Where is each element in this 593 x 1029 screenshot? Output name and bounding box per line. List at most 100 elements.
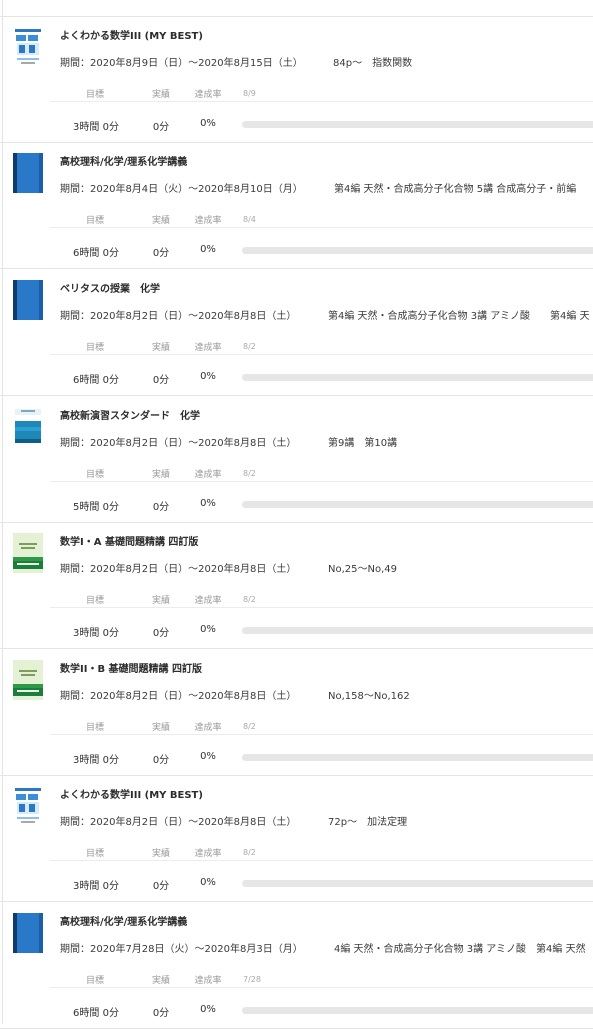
period-text: 期間：2020年8月2日（日）〜2020年8月8日（土） (60, 564, 297, 575)
date-label: 8/2 (243, 848, 256, 857)
achievement-rate: 0% (200, 498, 216, 509)
achievement-rate: 0% (200, 751, 216, 762)
achievement-rate: 0% (200, 624, 216, 635)
target-header: 目標 (85, 470, 104, 480)
actual-time: 0分 (152, 1008, 170, 1019)
target-time: 6時間 0分 (73, 248, 119, 259)
actual-time: 0分 (152, 502, 170, 513)
study-plan-list: よくわかる数学III (MY BEST) 期間：2020年8月9日（日）〜202… (0, 0, 593, 1029)
row-divider (50, 481, 593, 482)
rate-header: 達成率 (194, 976, 222, 986)
target-header: 目標 (85, 343, 104, 353)
achievement-rate: 0% (200, 877, 216, 888)
scope-text: 第4編 天然・合成高分子化合物 5講 合成高分子・前編 (334, 184, 577, 195)
study-entry[interactable]: 高校新演習スタンダード 化学 期間：2020年8月2日（日）〜2020年8月8日… (0, 397, 593, 523)
target-time: 5時間 0分 (73, 502, 119, 513)
progress-bar (242, 121, 593, 128)
row-divider (50, 227, 593, 228)
math-book-cover-icon (13, 27, 43, 67)
study-entry[interactable]: 高校理科/化学/理系化学講義 期間：2020年7月28日（火）〜2020年8月3… (0, 903, 593, 1029)
scope-text: 84p〜 指数関数 (333, 58, 413, 69)
actual-time: 0分 (152, 122, 170, 133)
scope-text: 4編 天然・合成高分子化合物 3講 アミノ酸 第4編 天然 (334, 944, 586, 955)
rate-header: 達成率 (194, 723, 222, 733)
period-text: 期間：2020年8月2日（日）〜2020年8月8日（土） (60, 311, 297, 322)
scope-text: No,158〜No,162 (328, 691, 410, 702)
actual-time: 0分 (152, 375, 170, 386)
row-divider (50, 734, 593, 735)
actual-time: 0分 (152, 881, 170, 892)
blue-book-cover-icon (13, 913, 43, 953)
actual-header: 実績 (151, 216, 170, 226)
achievement-rate: 0% (200, 118, 216, 129)
date-label: 8/2 (243, 342, 256, 351)
study-entry[interactable]: よくわかる数学III (MY BEST) 期間：2020年8月9日（日）〜202… (0, 17, 593, 143)
period-text: 期間：2020年7月28日（火）〜2020年8月3日（月） (60, 944, 303, 955)
target-time: 6時間 0分 (73, 1008, 119, 1019)
row-divider (50, 987, 593, 988)
study-entry[interactable]: 数学II・B 基礎問題精講 四訂版 期間：2020年8月2日（日）〜2020年8… (0, 650, 593, 776)
achievement-rate: 0% (200, 244, 216, 255)
date-label: 7/28 (243, 975, 261, 984)
book-title[interactable]: 高校新演習スタンダード 化学 (60, 407, 200, 422)
actual-header: 実績 (151, 849, 170, 859)
period-text: 期間：2020年8月9日（日）〜2020年8月15日（土） (60, 58, 303, 69)
period-text: 期間：2020年8月2日（日）〜2020年8月8日（土） (60, 691, 297, 702)
book-title[interactable]: 高校理科/化学/理系化学講義 (60, 153, 187, 168)
study-entry[interactable]: 高校理科/化学/理系化学講義 期間：2020年8月4日（火）〜2020年8月10… (0, 143, 593, 269)
period-text: 期間：2020年8月2日（日）〜2020年8月8日（土） (60, 817, 297, 828)
rate-header: 達成率 (194, 90, 222, 100)
scope-text: 72p〜 加法定理 (328, 817, 408, 828)
actual-time: 0分 (152, 248, 170, 259)
period-text: 期間：2020年8月4日（火）〜2020年8月10日（月） (60, 184, 303, 195)
target-time: 3時間 0分 (73, 628, 119, 639)
study-entry[interactable]: ベリタスの授業 化学 期間：2020年8月2日（日）〜2020年8月8日（土） … (0, 270, 593, 396)
date-label: 8/2 (243, 469, 256, 478)
progress-bar (242, 1007, 593, 1014)
target-header: 目標 (85, 90, 104, 100)
progress-bar (242, 374, 593, 381)
date-label: 8/2 (243, 722, 256, 731)
achievement-rate: 0% (200, 371, 216, 382)
progress-bar (242, 754, 593, 761)
period-text: 期間：2020年8月2日（日）〜2020年8月8日（土） (60, 438, 297, 449)
book-title[interactable]: 数学I・A 基礎問題精講 四訂版 (60, 533, 198, 548)
row-divider (50, 354, 593, 355)
progress-bar (242, 247, 593, 254)
book-title[interactable]: よくわかる数学III (MY BEST) (60, 27, 203, 42)
target-header: 目標 (85, 849, 104, 859)
actual-header: 実績 (151, 976, 170, 986)
progress-bar (242, 880, 593, 887)
book-title[interactable]: よくわかる数学III (MY BEST) (60, 786, 203, 801)
actual-header: 実績 (151, 723, 170, 733)
target-time: 6時間 0分 (73, 375, 119, 386)
actual-header: 実績 (151, 470, 170, 480)
rate-header: 達成率 (194, 216, 222, 226)
book-title[interactable]: 数学II・B 基礎問題精講 四訂版 (60, 660, 202, 675)
target-time: 3時間 0分 (73, 881, 119, 892)
row-divider (50, 607, 593, 608)
chemistry-workbook-cover-icon (13, 407, 43, 447)
actual-time: 0分 (152, 755, 170, 766)
target-header: 目標 (85, 216, 104, 226)
study-entry[interactable]: よくわかる数学III (MY BEST) 期間：2020年8月2日（日）〜202… (0, 776, 593, 902)
book-title[interactable]: 高校理科/化学/理系化学講義 (60, 913, 187, 928)
study-entry[interactable]: 数学I・A 基礎問題精講 四訂版 期間：2020年8月2日（日）〜2020年8月… (0, 523, 593, 649)
target-time: 3時間 0分 (73, 755, 119, 766)
actual-time: 0分 (152, 628, 170, 639)
actual-header: 実績 (151, 596, 170, 606)
progress-bar (242, 501, 593, 508)
blue-book-cover-icon (13, 153, 43, 193)
book-title[interactable]: ベリタスの授業 化学 (60, 280, 160, 295)
blue-book-cover-icon (13, 280, 43, 320)
target-header: 目標 (85, 596, 104, 606)
rate-header: 達成率 (194, 343, 222, 353)
achievement-rate: 0% (200, 1004, 216, 1015)
green-book-cover-icon (13, 533, 43, 573)
actual-header: 実績 (151, 343, 170, 353)
scope-text: No,25〜No,49 (328, 564, 398, 575)
row-divider (50, 860, 593, 861)
progress-bar (242, 627, 593, 634)
actual-header: 実績 (151, 90, 170, 100)
target-header: 目標 (85, 976, 104, 986)
